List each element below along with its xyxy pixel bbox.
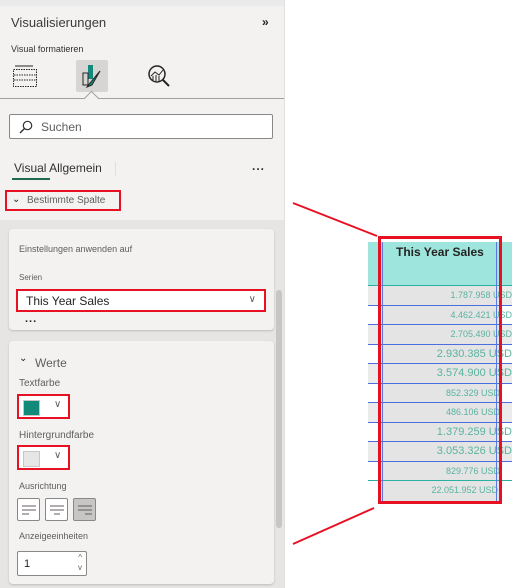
cell-value: 4.462.421 USD <box>450 309 512 320</box>
table-row: 829.776 USD <box>368 461 512 481</box>
cell-value: 2.705.490 USD <box>450 329 512 339</box>
table-row: 2.930.385 USD <box>368 344 512 364</box>
column-header-this-year-sales[interactable]: This Year Sales <box>396 245 484 259</box>
table-header[interactable]: This Year Sales <box>368 242 512 286</box>
cell-value: 2.930.385 USD <box>436 347 512 360</box>
cell-value: 829.776 USD <box>445 465 500 476</box>
table-row: 4.462.421 USD <box>368 305 512 325</box>
callout-line-bottom <box>292 507 375 545</box>
callout-line-top <box>292 202 378 237</box>
table-row: 486.106 USD <box>368 403 512 423</box>
table-row: 3.574.900 USD <box>368 364 512 384</box>
cell-value: 3.053.326 USD <box>436 445 512 457</box>
table-total-row: 22.051.952 USD <box>368 481 512 501</box>
table-visual: This Year Sales 1.787.958 USD 4.462.421 … <box>368 242 512 501</box>
cell-value: 3.574.900 USD <box>436 367 512 379</box>
table-row: 1.379.259 USD <box>368 422 512 442</box>
column-border-left <box>382 242 383 502</box>
total-value: 22.051.952 USD <box>431 485 498 495</box>
table-row: 2.705.490 USD <box>368 325 512 345</box>
table-row: 852.329 USD <box>368 383 512 403</box>
cell-value: 1.787.958 USD <box>450 290 512 300</box>
cell-value: 486.106 USD <box>445 407 500 417</box>
cell-value: 852.329 USD <box>445 387 500 398</box>
column-border-right <box>496 242 497 502</box>
table-row: 3.053.326 USD <box>368 442 512 462</box>
cell-value: 1.379.259 USD <box>436 425 512 438</box>
table-row: 1.787.958 USD <box>368 286 512 306</box>
